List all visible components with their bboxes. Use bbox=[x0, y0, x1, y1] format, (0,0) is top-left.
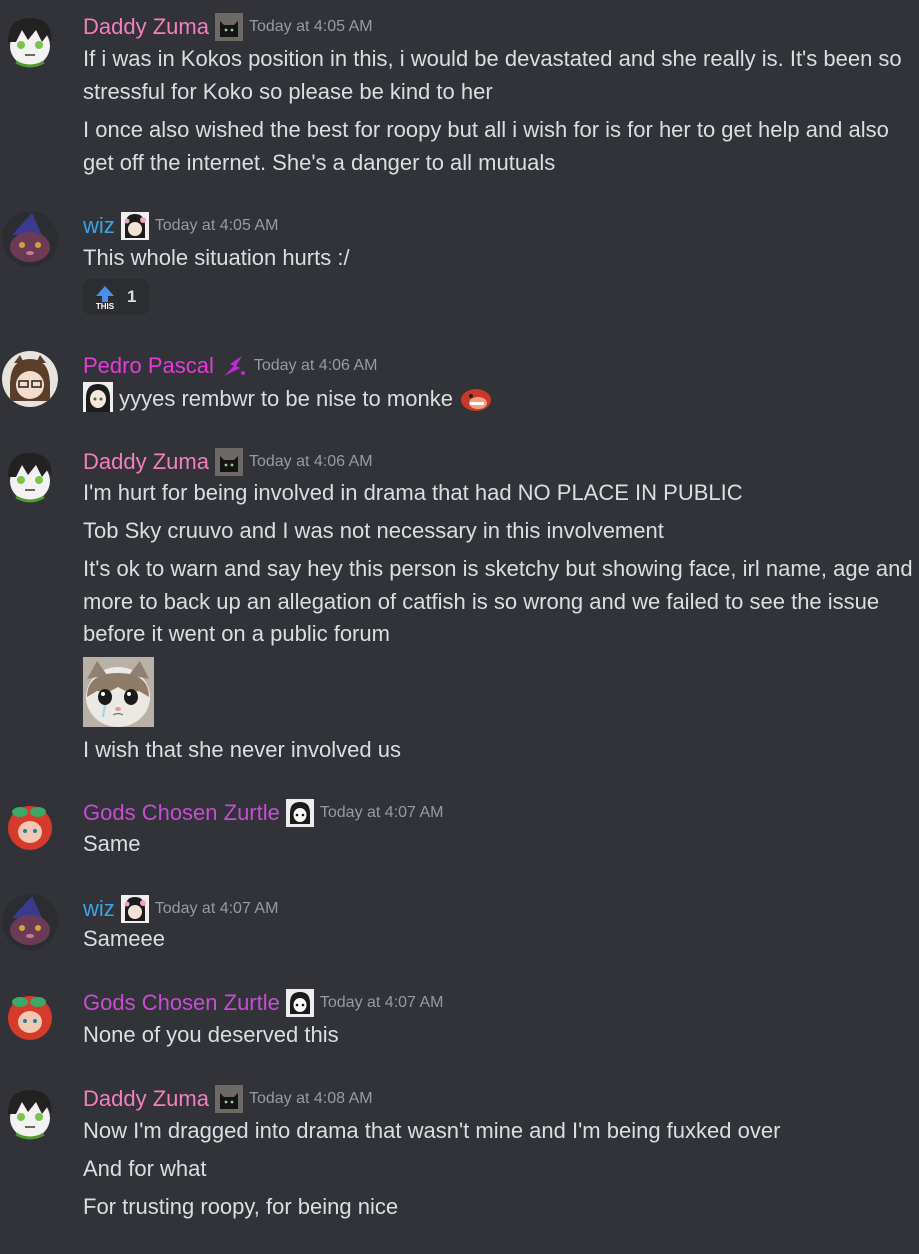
message-text: It's ok to warn and say hey this person … bbox=[83, 556, 913, 646]
red-monkey-emoji[interactable] bbox=[459, 382, 493, 412]
message-text: This whole situation hurts :/ bbox=[83, 245, 350, 270]
message-header: Gods Chosen Zurtle Today at 4:07 AM bbox=[83, 798, 444, 828]
message-header: Pedro Pascal Today at 4:06 AM bbox=[83, 351, 378, 381]
reaction-label: THIS bbox=[96, 302, 115, 310]
username[interactable]: Daddy Zuma bbox=[83, 12, 209, 42]
black-cat-icon[interactable] bbox=[215, 448, 243, 476]
black-cat-icon[interactable] bbox=[215, 1085, 243, 1113]
username[interactable]: Pedro Pascal bbox=[83, 351, 214, 381]
message-text: Same bbox=[83, 831, 141, 856]
message-text: Now I'm dragged into drama that wasn't m… bbox=[83, 1118, 781, 1143]
message-text: For trusting roopy, for being nice bbox=[83, 1194, 399, 1219]
avatar[interactable] bbox=[2, 894, 58, 950]
message-text: None of you deserved this bbox=[83, 1022, 339, 1047]
avatar[interactable] bbox=[2, 211, 58, 267]
anime-girl-flower-icon[interactable] bbox=[121, 212, 149, 240]
anime-girl-emoji[interactable] bbox=[83, 382, 113, 412]
message-header: Daddy Zuma Today at 4:08 AM bbox=[83, 1084, 373, 1114]
message-text: I wish that she never involved us bbox=[83, 737, 401, 762]
username[interactable]: Gods Chosen Zurtle bbox=[83, 988, 280, 1018]
black-cat-icon[interactable] bbox=[215, 13, 243, 41]
username[interactable]: Daddy Zuma bbox=[83, 1084, 209, 1114]
message-header: Gods Chosen Zurtle Today at 4:07 AM bbox=[83, 988, 444, 1018]
panda-girl-icon[interactable] bbox=[286, 989, 314, 1017]
message-text: I once also wished the best for roopy bu… bbox=[83, 117, 889, 175]
reaction-button[interactable]: THIS 1 bbox=[83, 279, 149, 315]
reaction-count: 1 bbox=[127, 287, 137, 306]
crying-cat-image[interactable] bbox=[83, 657, 154, 727]
username[interactable]: wiz bbox=[83, 211, 115, 241]
avatar[interactable] bbox=[2, 447, 58, 503]
username[interactable]: Gods Chosen Zurtle bbox=[83, 798, 280, 828]
purple-sparkle-icon[interactable] bbox=[220, 352, 248, 380]
message-text: If i was in Kokos position in this, i wo… bbox=[83, 46, 902, 104]
avatar[interactable] bbox=[2, 351, 58, 407]
timestamp[interactable]: Today at 4:07 AM bbox=[320, 804, 444, 822]
this-upvote-arrow-icon: THIS bbox=[96, 286, 115, 310]
avatar[interactable] bbox=[2, 12, 58, 68]
timestamp[interactable]: Today at 4:07 AM bbox=[320, 994, 444, 1012]
anime-girl-flower-icon[interactable] bbox=[121, 895, 149, 923]
message-header: wiz Today at 4:07 AM bbox=[83, 894, 278, 924]
timestamp[interactable]: Today at 4:06 AM bbox=[249, 453, 373, 471]
message-header: Daddy Zuma Today at 4:06 AM bbox=[83, 447, 373, 477]
timestamp[interactable]: Today at 4:06 AM bbox=[254, 357, 378, 375]
username[interactable]: Daddy Zuma bbox=[83, 447, 209, 477]
panda-girl-icon[interactable] bbox=[286, 799, 314, 827]
chat-message-list: Daddy Zuma Today at 4:05 AM If i was in … bbox=[0, 0, 919, 1254]
timestamp[interactable]: Today at 4:05 AM bbox=[155, 217, 279, 235]
message-text: Sameee bbox=[83, 926, 165, 951]
message-text-body: yyyes rembwr to be nise to monke bbox=[119, 386, 453, 411]
avatar[interactable] bbox=[2, 798, 58, 854]
timestamp[interactable]: Today at 4:07 AM bbox=[155, 900, 279, 918]
message-header: Daddy Zuma Today at 4:05 AM bbox=[83, 12, 373, 42]
username[interactable]: wiz bbox=[83, 894, 115, 924]
message-text: And for what bbox=[83, 1156, 207, 1181]
avatar[interactable] bbox=[2, 988, 58, 1044]
timestamp[interactable]: Today at 4:05 AM bbox=[249, 18, 373, 36]
message-text: I'm hurt for being involved in drama tha… bbox=[83, 480, 743, 505]
message-text: Tob Sky cruuvo and I was not necessary i… bbox=[83, 518, 664, 543]
message-text: yyyes rembwr to be nise to monke bbox=[83, 382, 493, 416]
message-header: wiz Today at 4:05 AM bbox=[83, 211, 278, 241]
timestamp[interactable]: Today at 4:08 AM bbox=[249, 1090, 373, 1108]
avatar[interactable] bbox=[2, 1084, 58, 1140]
